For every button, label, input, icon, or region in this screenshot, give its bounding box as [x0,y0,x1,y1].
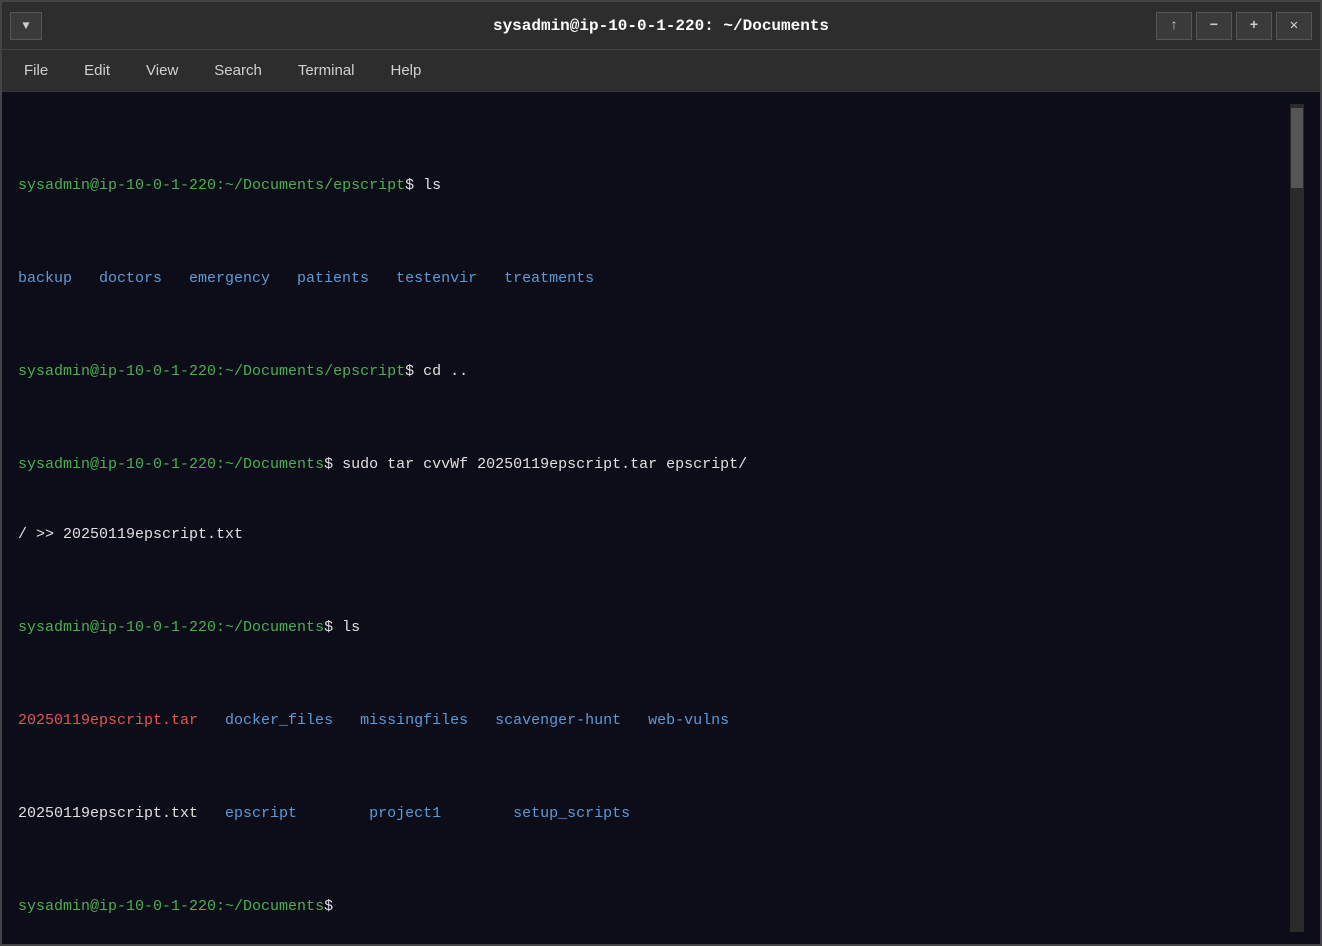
menu-file[interactable]: File [18,58,54,83]
terminal-line-7: 20250119epscript.txt epscript project1 s… [18,802,1290,825]
terminal-line-4b: / >> 20250119epscript.txt [18,523,1290,546]
terminal-line-6: 20250119epscript.tar docker_files missin… [18,709,1290,732]
terminal-line-3: sysadmin@ip-10-0-1-220:~/Documents/epscr… [18,360,1290,383]
menu-search[interactable]: Search [208,58,268,83]
scrollbar[interactable] [1290,104,1304,932]
scrollbar-thumb[interactable] [1291,108,1303,188]
terminal-output: sysadmin@ip-10-0-1-220:~/Documents/epscr… [18,104,1290,932]
dropdown-icon: ▼ [22,19,29,33]
terminal-line-4: sysadmin@ip-10-0-1-220:~/Documents$ sudo… [18,453,1290,476]
close-button[interactable]: ✕ [1276,12,1312,40]
terminal-line-5: sysadmin@ip-10-0-1-220:~/Documents$ ls [18,616,1290,639]
minimize-button[interactable]: − [1196,12,1232,40]
menubar: File Edit View Search Terminal Help [2,50,1320,92]
terminal-window: ▼ sysadmin@ip-10-0-1-220: ~/Documents ↑ … [0,0,1322,946]
window-controls: ↑ − + ✕ [1156,12,1312,40]
menu-view[interactable]: View [140,58,184,83]
terminal-line-8: sysadmin@ip-10-0-1-220:~/Documents$ [18,895,1290,918]
window-title: sysadmin@ip-10-0-1-220: ~/Documents [493,17,829,35]
titlebar-left: ▼ [10,12,42,40]
menu-help[interactable]: Help [385,58,428,83]
terminal-line-1: sysadmin@ip-10-0-1-220:~/Documents/epscr… [18,174,1290,197]
titlebar: ▼ sysadmin@ip-10-0-1-220: ~/Documents ↑ … [2,2,1320,50]
scroll-up-button[interactable]: ↑ [1156,12,1192,40]
menu-edit[interactable]: Edit [78,58,116,83]
terminal-area[interactable]: sysadmin@ip-10-0-1-220:~/Documents/epscr… [2,92,1320,944]
menu-terminal[interactable]: Terminal [292,58,361,83]
terminal-line-2: backup doctors emergency patients testen… [18,267,1290,290]
dropdown-button[interactable]: ▼ [10,12,42,40]
maximize-button[interactable]: + [1236,12,1272,40]
